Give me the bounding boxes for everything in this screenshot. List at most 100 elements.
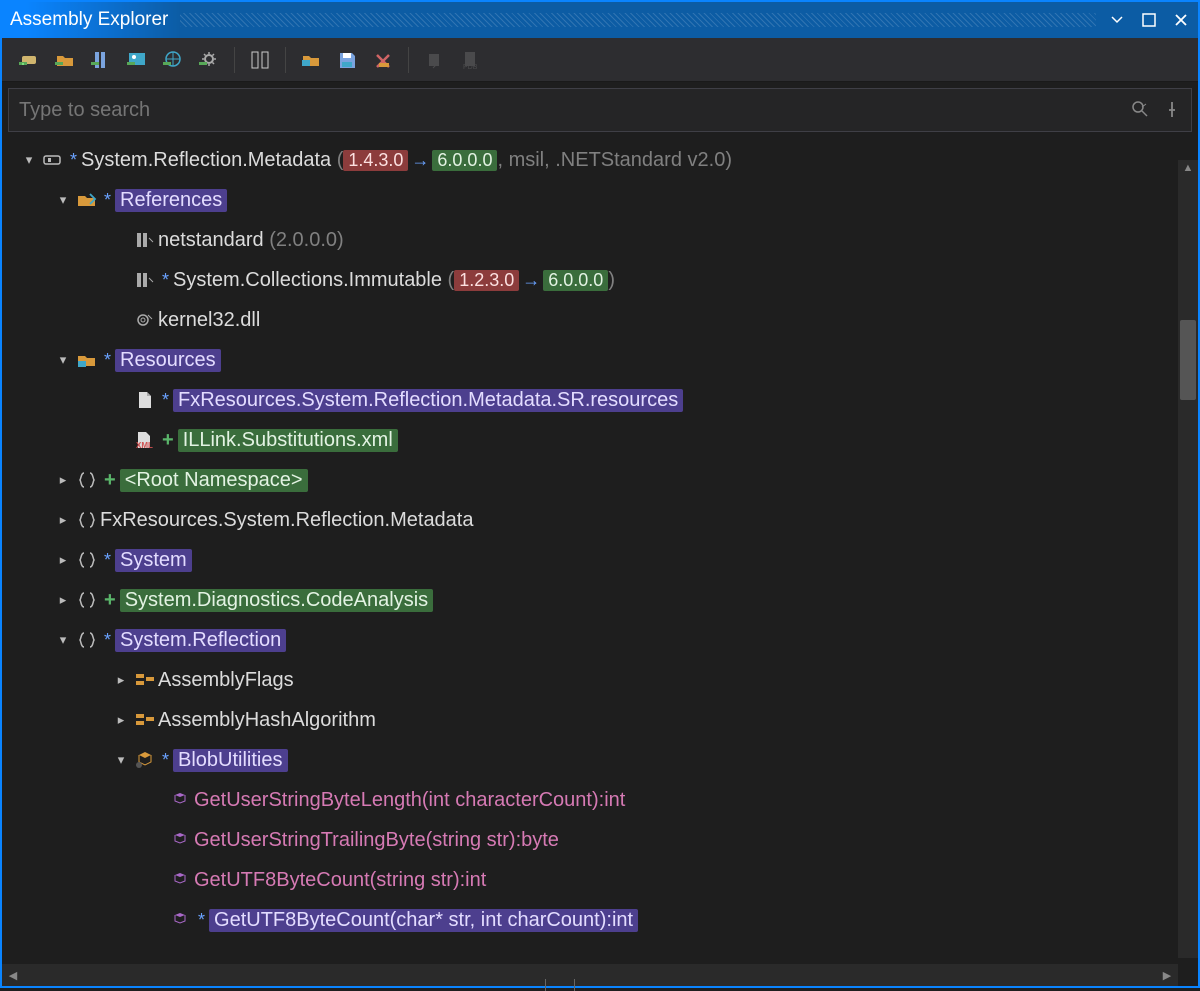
tree-node-resources[interactable]: ▾ * Resources — [10, 340, 1198, 380]
tree-node-class[interactable]: ▾ * BlobUtilities — [10, 740, 1198, 780]
namespace-name: System.Diagnostics.CodeAnalysis — [120, 589, 433, 612]
toolbar-separator — [285, 47, 286, 73]
remove-button[interactable] — [366, 43, 400, 77]
tree-node-reference[interactable]: netstandard (2.0.0.0) — [10, 220, 1198, 260]
caret-collapsed-icon[interactable]: ▸ — [52, 512, 74, 528]
version-new: 6.0.0.0 — [432, 150, 497, 171]
caret-expanded-icon[interactable]: ▾ — [18, 152, 40, 168]
method-signature: GetUserStringByteLength(int characterCou… — [194, 789, 625, 812]
add-globe-button[interactable] — [156, 43, 190, 77]
references-label: References — [115, 189, 227, 212]
tree-node-namespace[interactable]: ▾ * System.Reflection — [10, 620, 1198, 660]
reference-version: (2.0.0.0) — [269, 229, 343, 252]
library-icon — [132, 229, 158, 251]
caret-collapsed-icon[interactable]: ▸ — [52, 472, 74, 488]
dll-name: kernel32.dll — [158, 309, 260, 332]
close-icon[interactable] — [1172, 11, 1190, 29]
tree-node-resource[interactable]: XML + ILLink.Substitutions.xml — [10, 420, 1198, 460]
namespace-icon — [74, 549, 100, 571]
caret-expanded-icon[interactable]: ▾ — [52, 632, 74, 648]
tree-node-method[interactable]: GetUserStringTrailingByte(string str):by… — [10, 820, 1198, 860]
save-button[interactable] — [330, 43, 364, 77]
disabled-button-1 — [417, 43, 451, 77]
tree-node-resource[interactable]: * FxResources.System.Reflection.Metadata… — [10, 380, 1198, 420]
toolbar-separator — [234, 47, 235, 73]
enum-icon — [132, 669, 158, 691]
tree-node-method[interactable]: * GetUTF8ByteCount(char* str, int charCo… — [10, 900, 1198, 940]
arrow-icon: → — [408, 150, 432, 171]
tree-node-type[interactable]: ▸ AssemblyFlags — [10, 660, 1198, 700]
modified-marker: * — [104, 630, 111, 651]
add-library-button[interactable] — [84, 43, 118, 77]
scroll-right-icon[interactable]: ▶ — [1156, 969, 1178, 982]
namespace-name: System — [115, 549, 192, 572]
modified-marker: * — [162, 750, 169, 771]
method-signature: GetUserStringTrailingByte(string str):by… — [194, 829, 559, 852]
caret-expanded-icon[interactable]: ▾ — [52, 352, 74, 368]
scroll-left-icon[interactable]: ◀ — [2, 969, 24, 982]
dll-icon — [132, 309, 158, 331]
caret-collapsed-icon[interactable]: ▸ — [110, 712, 132, 728]
add-settings-button[interactable] — [192, 43, 226, 77]
reference-name: System.Collections.Immutable — [173, 269, 442, 292]
version-new: 6.0.0.0 — [543, 270, 608, 291]
namespace-icon — [74, 469, 100, 491]
enum-icon — [132, 709, 158, 731]
caret-collapsed-icon[interactable]: ▸ — [110, 672, 132, 688]
assembly-name: System.Reflection.Metadata — [81, 149, 331, 172]
search-input[interactable] — [19, 99, 1131, 122]
tree-node-type[interactable]: ▸ AssemblyHashAlgorithm — [10, 700, 1198, 740]
caret-collapsed-icon[interactable]: ▸ — [52, 592, 74, 608]
namespace-name: FxResources.System.Reflection.Metadata — [100, 509, 474, 532]
modified-marker: * — [104, 350, 111, 371]
tree-node-method[interactable]: GetUserStringByteLength(int characterCou… — [10, 780, 1198, 820]
caret-collapsed-icon[interactable]: ▸ — [52, 552, 74, 568]
version-old: 1.2.3.0 — [454, 270, 519, 291]
tree-node-reference[interactable]: * System.Collections.Immutable ( 1.2.3.0… — [10, 260, 1198, 300]
caret-expanded-icon[interactable]: ▾ — [110, 752, 132, 768]
modified-marker: * — [198, 910, 205, 931]
vertical-scrollbar[interactable]: ▲ — [1178, 160, 1198, 958]
tree-node-namespace[interactable]: ▸ + <Root Namespace> — [10, 460, 1198, 500]
caret-expanded-icon[interactable]: ▾ — [52, 192, 74, 208]
class-icon — [132, 749, 158, 771]
method-icon — [168, 789, 194, 811]
add-image-button[interactable] — [120, 43, 154, 77]
titlebar: Assembly Explorer — [2, 2, 1198, 38]
method-signature: GetUTF8ByteCount(string str):int — [194, 869, 486, 892]
horizontal-scrollbar[interactable]: ◀ ▶ — [2, 964, 1178, 986]
toolbar-separator — [408, 47, 409, 73]
tree-node-namespace[interactable]: ▸ FxResources.System.Reflection.Metadata — [10, 500, 1198, 540]
open-folder-button[interactable] — [294, 43, 328, 77]
namespace-icon — [74, 629, 100, 651]
search-options-icon[interactable] — [1131, 100, 1151, 120]
pin-icon[interactable] — [1163, 100, 1181, 120]
modified-marker: * — [162, 270, 169, 291]
tree-node-reference[interactable]: kernel32.dll — [10, 300, 1198, 340]
tree-node-method[interactable]: GetUTF8ByteCount(string str):int — [10, 860, 1198, 900]
add-folder-button[interactable] — [48, 43, 82, 77]
namespace-name: <Root Namespace> — [120, 469, 308, 492]
searchbar — [8, 88, 1192, 132]
added-marker: + — [104, 469, 116, 492]
assembly-icon — [40, 149, 66, 171]
resource-name: ILLink.Substitutions.xml — [178, 429, 398, 452]
tree-node-namespace[interactable]: ▸ * System — [10, 540, 1198, 580]
version-old: 1.4.3.0 — [343, 150, 408, 171]
modified-marker: * — [70, 150, 77, 171]
tree-view: ▾ * System.Reflection.Metadata ( 1.4.3.0… — [2, 132, 1198, 940]
scroll-thumb[interactable] — [1180, 320, 1196, 400]
type-name: AssemblyFlags — [158, 669, 294, 692]
resources-label: Resources — [115, 349, 221, 372]
scroll-up-icon[interactable]: ▲ — [1178, 162, 1198, 174]
compare-button[interactable] — [243, 43, 277, 77]
add-assembly-button[interactable] — [12, 43, 46, 77]
added-marker: + — [104, 589, 116, 612]
tree-node-namespace[interactable]: ▸ + System.Diagnostics.CodeAnalysis — [10, 580, 1198, 620]
titlebar-grip[interactable] — [180, 13, 1096, 27]
maximize-icon[interactable] — [1140, 11, 1158, 29]
tree-node-assembly[interactable]: ▾ * System.Reflection.Metadata ( 1.4.3.0… — [10, 140, 1198, 180]
tree-node-references[interactable]: ▾ * References — [10, 180, 1198, 220]
added-marker: + — [162, 429, 174, 452]
dropdown-icon[interactable] — [1108, 11, 1126, 29]
